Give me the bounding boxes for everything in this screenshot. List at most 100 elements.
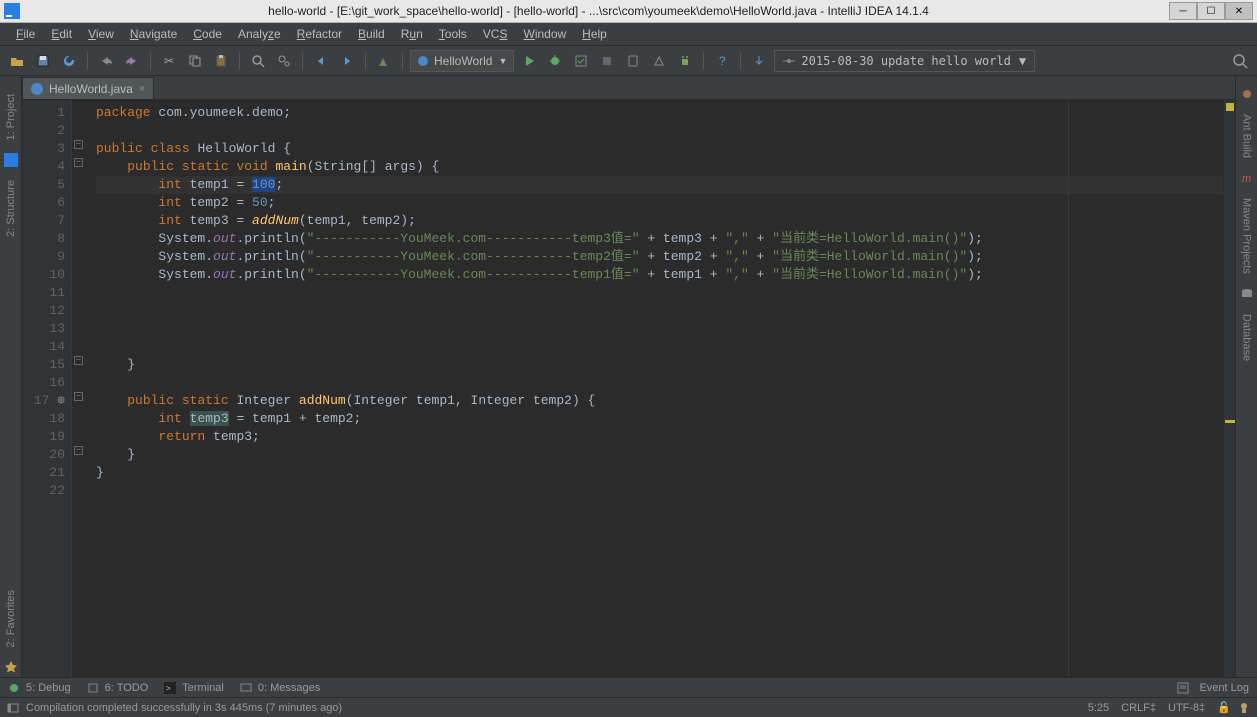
messages-icon bbox=[240, 682, 252, 694]
tab-todo[interactable]: 6: TODO bbox=[87, 682, 149, 694]
tab-filename: HelloWorld.java bbox=[49, 82, 133, 96]
menu-bar: File Edit View Navigate Code Analyze Ref… bbox=[0, 23, 1257, 46]
fold-marker[interactable]: − bbox=[74, 140, 83, 149]
status-message: Compilation completed successfully in 3s… bbox=[20, 702, 348, 714]
menu-edit[interactable]: Edit bbox=[43, 25, 80, 43]
fold-marker[interactable]: − bbox=[74, 158, 83, 167]
menu-vcs[interactable]: VCS bbox=[475, 25, 516, 43]
tool-maven[interactable]: Maven Projects bbox=[1241, 198, 1253, 274]
main-toolbar: ✂ HelloWorld ▼ ? 2015-08-30 update hello… bbox=[0, 46, 1257, 76]
menu-run[interactable]: Run bbox=[393, 25, 431, 43]
menu-view[interactable]: View bbox=[80, 25, 122, 43]
run-config-dropdown[interactable]: HelloWorld ▼ bbox=[410, 50, 514, 72]
star-icon bbox=[4, 660, 18, 674]
forward-icon[interactable] bbox=[336, 50, 358, 72]
database-icon bbox=[1240, 287, 1254, 301]
tool-favorites[interactable]: 2: Favorites bbox=[5, 590, 17, 647]
menu-analyze[interactable]: Analyze bbox=[230, 25, 289, 43]
stop-icon[interactable] bbox=[596, 50, 618, 72]
window-title: hello-world - [E:\git_work_space\hello-w… bbox=[28, 4, 1169, 18]
status-bar: Compilation completed successfully in 3s… bbox=[0, 697, 1257, 717]
menu-code[interactable]: Code bbox=[185, 25, 230, 43]
tool-project[interactable]: 1: Project bbox=[5, 94, 17, 140]
line-gutter: 1234567891011121314151617 ⊕1819202122 bbox=[22, 100, 72, 677]
tab-eventlog[interactable]: Event Log bbox=[1177, 682, 1249, 694]
fold-marker[interactable]: − bbox=[74, 392, 83, 401]
coverage-icon[interactable] bbox=[570, 50, 592, 72]
bottom-tool-tabs: 5: Debug 6: TODO >Terminal 0: Messages E… bbox=[0, 677, 1257, 697]
search-everywhere-icon[interactable] bbox=[1229, 50, 1251, 72]
intellij-logo-icon bbox=[4, 3, 20, 19]
java-class-icon bbox=[31, 83, 43, 95]
menu-refactor[interactable]: Refactor bbox=[289, 25, 350, 43]
paste-icon[interactable] bbox=[210, 50, 232, 72]
help-icon[interactable]: ? bbox=[711, 50, 733, 72]
status-toggle-icon[interactable] bbox=[6, 701, 20, 715]
chevron-down-icon: ▼ bbox=[498, 56, 507, 66]
tool-database[interactable]: Database bbox=[1241, 314, 1253, 361]
menu-build[interactable]: Build bbox=[350, 25, 393, 43]
vcs-branch-dropdown[interactable]: 2015-08-30 update hello world ▼ bbox=[774, 50, 1035, 72]
window-titlebar: hello-world - [E:\git_work_space\hello-w… bbox=[0, 0, 1257, 23]
sync-icon[interactable] bbox=[58, 50, 80, 72]
class-icon bbox=[417, 55, 429, 67]
minimize-button[interactable]: ─ bbox=[1169, 2, 1197, 20]
ant-icon bbox=[1240, 87, 1254, 101]
undo-icon[interactable] bbox=[95, 50, 117, 72]
redo-icon[interactable] bbox=[121, 50, 143, 72]
inspection-indicator[interactable] bbox=[1226, 103, 1234, 111]
hector-icon[interactable] bbox=[1237, 701, 1251, 715]
svg-text:m: m bbox=[1242, 173, 1251, 185]
open-icon[interactable] bbox=[6, 50, 28, 72]
tab-debug[interactable]: 5: Debug bbox=[8, 682, 71, 694]
commit-icon bbox=[783, 55, 795, 67]
menu-help[interactable]: Help bbox=[574, 25, 615, 43]
android-icon[interactable] bbox=[674, 50, 696, 72]
file-encoding[interactable]: UTF-8‡ bbox=[1162, 702, 1211, 714]
back-icon[interactable] bbox=[310, 50, 332, 72]
todo-icon bbox=[87, 682, 99, 694]
build-icon[interactable] bbox=[373, 50, 395, 72]
readonly-lock-icon[interactable]: 🔓 bbox=[1211, 701, 1237, 714]
tab-messages[interactable]: 0: Messages bbox=[240, 682, 320, 694]
menu-navigate[interactable]: Navigate bbox=[122, 25, 185, 43]
tool-structure[interactable]: 2: Structure bbox=[5, 180, 17, 237]
menu-file[interactable]: File bbox=[8, 25, 43, 43]
tab-close-icon[interactable]: × bbox=[139, 83, 145, 95]
fold-column[interactable]: − − − − − bbox=[72, 100, 86, 677]
fold-marker[interactable]: − bbox=[74, 446, 83, 455]
right-tool-strip: Ant Build m Maven Projects Database bbox=[1235, 76, 1257, 677]
save-icon[interactable] bbox=[32, 50, 54, 72]
line-separator[interactable]: CRLF‡ bbox=[1115, 702, 1162, 714]
vcs-label: 2015-08-30 update hello world bbox=[801, 54, 1011, 68]
menu-tools[interactable]: Tools bbox=[431, 25, 475, 43]
avd-icon[interactable] bbox=[622, 50, 644, 72]
maximize-button[interactable]: ☐ bbox=[1197, 2, 1225, 20]
terminal-icon: > bbox=[164, 682, 176, 694]
fold-marker[interactable]: − bbox=[74, 356, 83, 365]
copy-icon[interactable] bbox=[184, 50, 206, 72]
close-button[interactable]: ✕ bbox=[1225, 2, 1253, 20]
run-config-label: HelloWorld bbox=[434, 54, 492, 68]
error-stripe[interactable] bbox=[1223, 100, 1235, 677]
editor-tabbar: HelloWorld.java × bbox=[22, 76, 1235, 100]
stripe-mark[interactable] bbox=[1225, 420, 1235, 423]
vcs-update-icon[interactable] bbox=[748, 50, 770, 72]
run-icon[interactable] bbox=[518, 50, 540, 72]
tab-terminal[interactable]: >Terminal bbox=[164, 682, 224, 694]
sdk-icon[interactable] bbox=[648, 50, 670, 72]
debug-icon[interactable] bbox=[544, 50, 566, 72]
find-icon[interactable] bbox=[247, 50, 269, 72]
tool-ant[interactable]: Ant Build bbox=[1241, 114, 1253, 158]
code-editor[interactable]: 1234567891011121314151617 ⊕1819202122 − … bbox=[22, 100, 1235, 677]
replace-icon[interactable] bbox=[273, 50, 295, 72]
code-content[interactable]: package com.youmeek.demo; public class H… bbox=[86, 100, 1223, 677]
menu-window[interactable]: Window bbox=[515, 25, 574, 43]
bug-icon bbox=[8, 682, 20, 694]
left-tool-strip: 1: Project 2: Structure 2: Favorites bbox=[0, 76, 22, 677]
editor-area: HelloWorld.java × 1234567891011121314151… bbox=[22, 76, 1235, 677]
project-icon bbox=[4, 153, 18, 167]
editor-tab[interactable]: HelloWorld.java × bbox=[22, 77, 154, 99]
cursor-position[interactable]: 5:25 bbox=[1082, 702, 1115, 714]
cut-icon[interactable]: ✂ bbox=[158, 50, 180, 72]
